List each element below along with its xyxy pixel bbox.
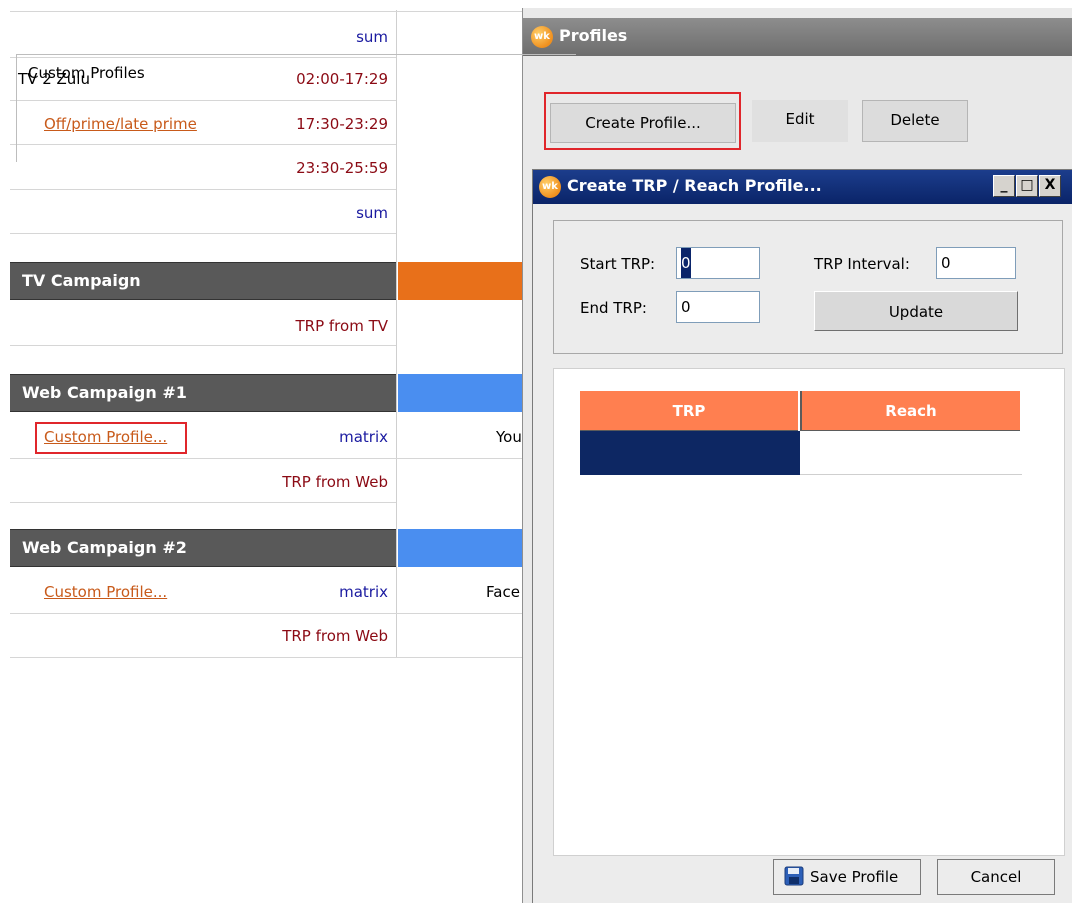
web-campaign-1-title: Web Campaign #1 [22,383,187,402]
end-trp-label: End TRP: [580,299,647,317]
tv-campaign-title: TV Campaign [22,271,141,290]
update-button[interactable]: Update [814,291,1018,331]
close-icon[interactable]: X [1039,175,1061,197]
tv-campaign-color [398,262,522,300]
row-divider [10,233,396,234]
selected-trp-cell[interactable] [580,431,800,475]
row-divider [10,657,522,658]
app-logo-icon: wk [531,26,553,48]
start-trp-input[interactable]: 0 [676,247,760,279]
profile-type: matrix [339,428,388,446]
trp-parameters-panel: Start TRP: 0 End TRP: 0 TRP Interval: 0 … [553,220,1063,354]
partial-value: You [496,428,522,446]
profile-type: matrix [339,583,388,601]
web-campaign-2-header: Web Campaign #2 [10,529,396,567]
trp-interval-input[interactable]: 0 [936,247,1016,279]
web-campaign-1-header: Web Campaign #1 [10,374,396,412]
row-divider [10,345,396,346]
row-divider [800,474,1022,475]
row-divider [10,613,522,614]
custom-profiles-label: Custom Profiles [28,64,145,82]
cancel-button[interactable]: Cancel [937,859,1055,895]
row-divider [10,458,522,459]
dialog-title: Create TRP / Reach Profile... [567,176,822,195]
sum-cell: sum [356,28,388,46]
custom-profile-link[interactable]: Custom Profile... [44,427,167,447]
row-divider [10,11,522,12]
end-trp-input[interactable]: 0 [676,291,760,323]
highlight-box [544,92,741,150]
reach-column-header[interactable]: Reach [800,391,1020,431]
sum-cell: sum [356,204,388,222]
minimize-icon[interactable]: _ [993,175,1015,197]
edit-button[interactable]: Edit [752,100,848,142]
profiles-title-bar[interactable]: wk Profiles [523,18,1072,56]
app-logo-icon: wk [539,176,561,198]
profiles-window-title: Profiles [559,26,628,45]
trp-reach-table: TRP Reach [553,368,1065,856]
start-trp-label: Start TRP: [580,255,656,273]
trp-from-web: TRP from Web [282,627,388,645]
custom-profile-link[interactable]: Custom Profile... [44,582,167,602]
web-campaign-2-title: Web Campaign #2 [22,538,187,557]
trp-from-web: TRP from Web [282,473,388,491]
web-campaign-2-color [398,529,522,567]
delete-button[interactable]: Delete [862,100,968,142]
trp-interval-label: TRP Interval: [814,255,910,273]
save-profile-button[interactable]: Save Profile [773,859,921,895]
save-profile-label: Save Profile [810,868,899,886]
trp-from-tv: TRP from TV [295,317,389,335]
tv-campaign-header: TV Campaign [10,262,396,300]
save-icon [784,866,804,886]
screen: sum TV 2 Zulu 02:00-17:29 Off/prime/late… [0,0,1072,903]
row-divider [10,502,396,503]
maximize-icon[interactable]: □ [1016,175,1038,197]
trp-column-header[interactable]: TRP [580,391,798,431]
row-divider [10,189,396,190]
dialog-title-bar[interactable]: wk Create TRP / Reach Profile... _ □ X [533,170,1072,204]
partial-value: Face [486,583,520,601]
web-campaign-1-color [398,374,522,412]
create-trp-reach-profile-dialog: wk Create TRP / Reach Profile... _ □ X S… [532,169,1072,903]
